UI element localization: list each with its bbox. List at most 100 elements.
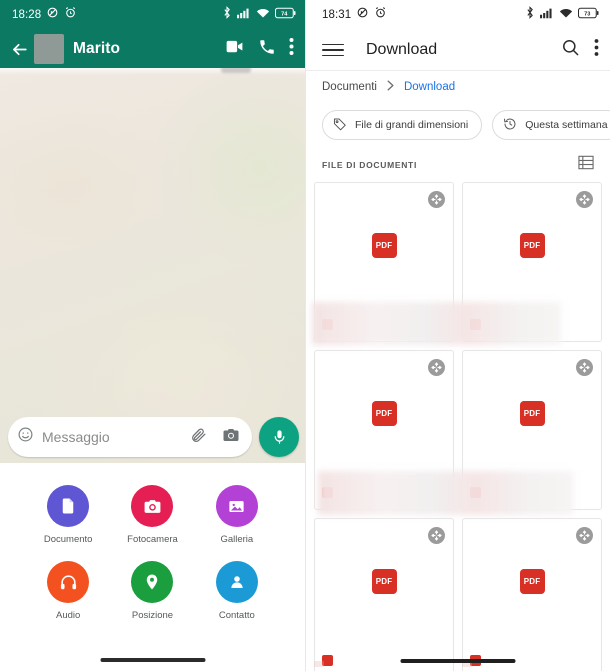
status-bar-clock: 18:31: [322, 9, 352, 21]
search-icon[interactable]: [561, 38, 580, 62]
document-filename-row: [463, 475, 601, 509]
filter-chip-row: File di grandi dimensioni Questa settima…: [306, 103, 610, 140]
list-view-icon[interactable]: [578, 155, 594, 175]
breadcrumb-current[interactable]: Download: [404, 81, 455, 93]
attachment-option-contatto[interactable]: Contatto: [195, 561, 279, 621]
headphones-icon[interactable]: [47, 561, 90, 603]
back-arrow-icon[interactable]: [6, 40, 32, 59]
attachment-option-audio[interactable]: Audio: [26, 561, 110, 621]
status-bar-left: 18:28: [12, 6, 77, 24]
attachment-label: Contatto: [218, 610, 255, 621]
overflow-menu-icon[interactable]: [594, 38, 599, 62]
pdf-badge: PDF: [519, 232, 545, 258]
document-card[interactable]: PDF: [462, 350, 602, 510]
pdf-badge: PDF: [519, 400, 545, 426]
pdf-badge: PDF: [371, 400, 397, 426]
pdf-badge: PDF: [519, 568, 545, 594]
chip-label: File di grandi dimensioni: [355, 119, 469, 131]
documents-grid-rows: PDF PDF PDF PDF PDF PDF: [314, 182, 602, 671]
android-navigation-pill[interactable]: [400, 658, 516, 663]
attachment-sheet: Documento Fotocamera Galleria Audio Posi…: [0, 463, 305, 671]
file-manager-status-bar: 18:31 73: [306, 0, 610, 30]
attachment-label: Posizione: [131, 610, 174, 621]
mute-icon: [46, 6, 59, 24]
contact-avatar[interactable]: [34, 34, 64, 64]
documents-grid-row: PDF PDF: [314, 350, 602, 510]
file-manager-app-bar: Download: [306, 30, 610, 70]
document-filename-row: [463, 307, 601, 341]
pdf-mini-icon: [314, 660, 324, 667]
location-pin-icon[interactable]: [131, 561, 174, 603]
status-bar-left: 18:31: [322, 6, 387, 24]
microphone-button[interactable]: [259, 417, 299, 457]
expand-fullscreen-icon[interactable]: [576, 359, 593, 376]
section-label: FILE DI DOCUMENTI: [322, 160, 418, 170]
history-clock-icon: [503, 117, 517, 134]
video-call-icon[interactable]: [224, 36, 245, 62]
alarm-icon: [374, 6, 387, 24]
chip-label: Questa settimana: [525, 119, 608, 131]
whatsapp-screen: 18:28 74 Marito Messaggio Documento Foto…: [0, 0, 305, 671]
document-filename: [329, 660, 331, 667]
blurred-chat-artifact: [221, 68, 251, 73]
paperclip-icon[interactable]: [190, 426, 207, 448]
documents-grid[interactable]: PDF PDF PDF PDF PDF PDF: [306, 182, 610, 671]
expand-fullscreen-icon[interactable]: [576, 527, 593, 544]
mute-icon: [356, 6, 369, 24]
signal-icon: [540, 6, 554, 24]
gallery-icon[interactable]: [215, 485, 258, 527]
whatsapp-status-bar: 18:28 74: [0, 0, 305, 30]
attachment-label: Audio: [56, 610, 81, 621]
breadcrumb: Documenti Download: [306, 71, 610, 103]
app-bar-actions: [224, 36, 296, 62]
wifi-icon: [256, 6, 270, 24]
composer-icons: [190, 426, 240, 449]
alarm-icon: [64, 6, 77, 24]
attachment-option-posizione[interactable]: Posizione: [110, 561, 194, 621]
attachment-options-grid: Documento Fotocamera Galleria Audio Posi…: [0, 485, 305, 621]
file-manager-screen: 18:31 73 Download Documenti Download Fil…: [305, 0, 610, 671]
signal-icon: [237, 6, 251, 24]
document-card[interactable]: PDF: [314, 518, 454, 671]
hamburger-menu-icon[interactable]: [322, 43, 344, 57]
expand-fullscreen-icon[interactable]: [428, 527, 445, 544]
overflow-menu-icon[interactable]: [289, 37, 294, 61]
battery-icon: 74: [274, 6, 296, 24]
contact-name[interactable]: Marito: [73, 40, 224, 58]
attachment-option-galleria[interactable]: Galleria: [195, 485, 279, 545]
camera-icon[interactable]: [222, 426, 240, 449]
chevron-right-icon: [386, 80, 395, 94]
whatsapp-app-bar: Marito: [0, 30, 305, 68]
status-bar-right: 73: [525, 6, 599, 24]
chip-file-grandi-dimensioni[interactable]: File di grandi dimensioni: [322, 110, 483, 140]
expand-fullscreen-icon[interactable]: [428, 359, 445, 376]
document-card[interactable]: PDF: [462, 518, 602, 671]
bluetooth-icon: [525, 6, 535, 24]
message-input-pill[interactable]: Messaggio: [8, 417, 252, 457]
android-navigation-pill[interactable]: [100, 658, 205, 662]
expand-fullscreen-icon[interactable]: [428, 191, 445, 208]
attachment-option-fotocamera[interactable]: Fotocamera: [110, 485, 194, 545]
document-icon[interactable]: [47, 485, 90, 527]
wifi-icon: [559, 6, 573, 24]
battery-icon: 73: [577, 6, 599, 24]
app-bar-actions: [561, 38, 599, 62]
document-card[interactable]: PDF: [314, 350, 454, 510]
status-bar-clock: 18:28: [12, 9, 42, 21]
pdf-mini-icon: [322, 318, 333, 330]
document-card[interactable]: PDF: [314, 182, 454, 342]
expand-fullscreen-icon[interactable]: [576, 191, 593, 208]
attachment-option-documento[interactable]: Documento: [26, 485, 110, 545]
documents-grid-row: PDF PDF: [314, 518, 602, 671]
chip-questa-settimana[interactable]: Questa settimana: [492, 110, 610, 140]
message-input-placeholder[interactable]: Messaggio: [42, 429, 182, 445]
attachment-label: Galleria: [220, 534, 254, 545]
document-card[interactable]: PDF: [462, 182, 602, 342]
emoji-icon[interactable]: [17, 426, 34, 448]
pdf-mini-icon: [322, 486, 333, 498]
person-icon[interactable]: [215, 561, 258, 603]
breadcrumb-root[interactable]: Documenti: [322, 81, 377, 93]
camera-icon[interactable]: [131, 485, 174, 527]
section-header-row: FILE DI DOCUMENTI: [306, 140, 610, 182]
voice-call-icon[interactable]: [258, 38, 276, 61]
